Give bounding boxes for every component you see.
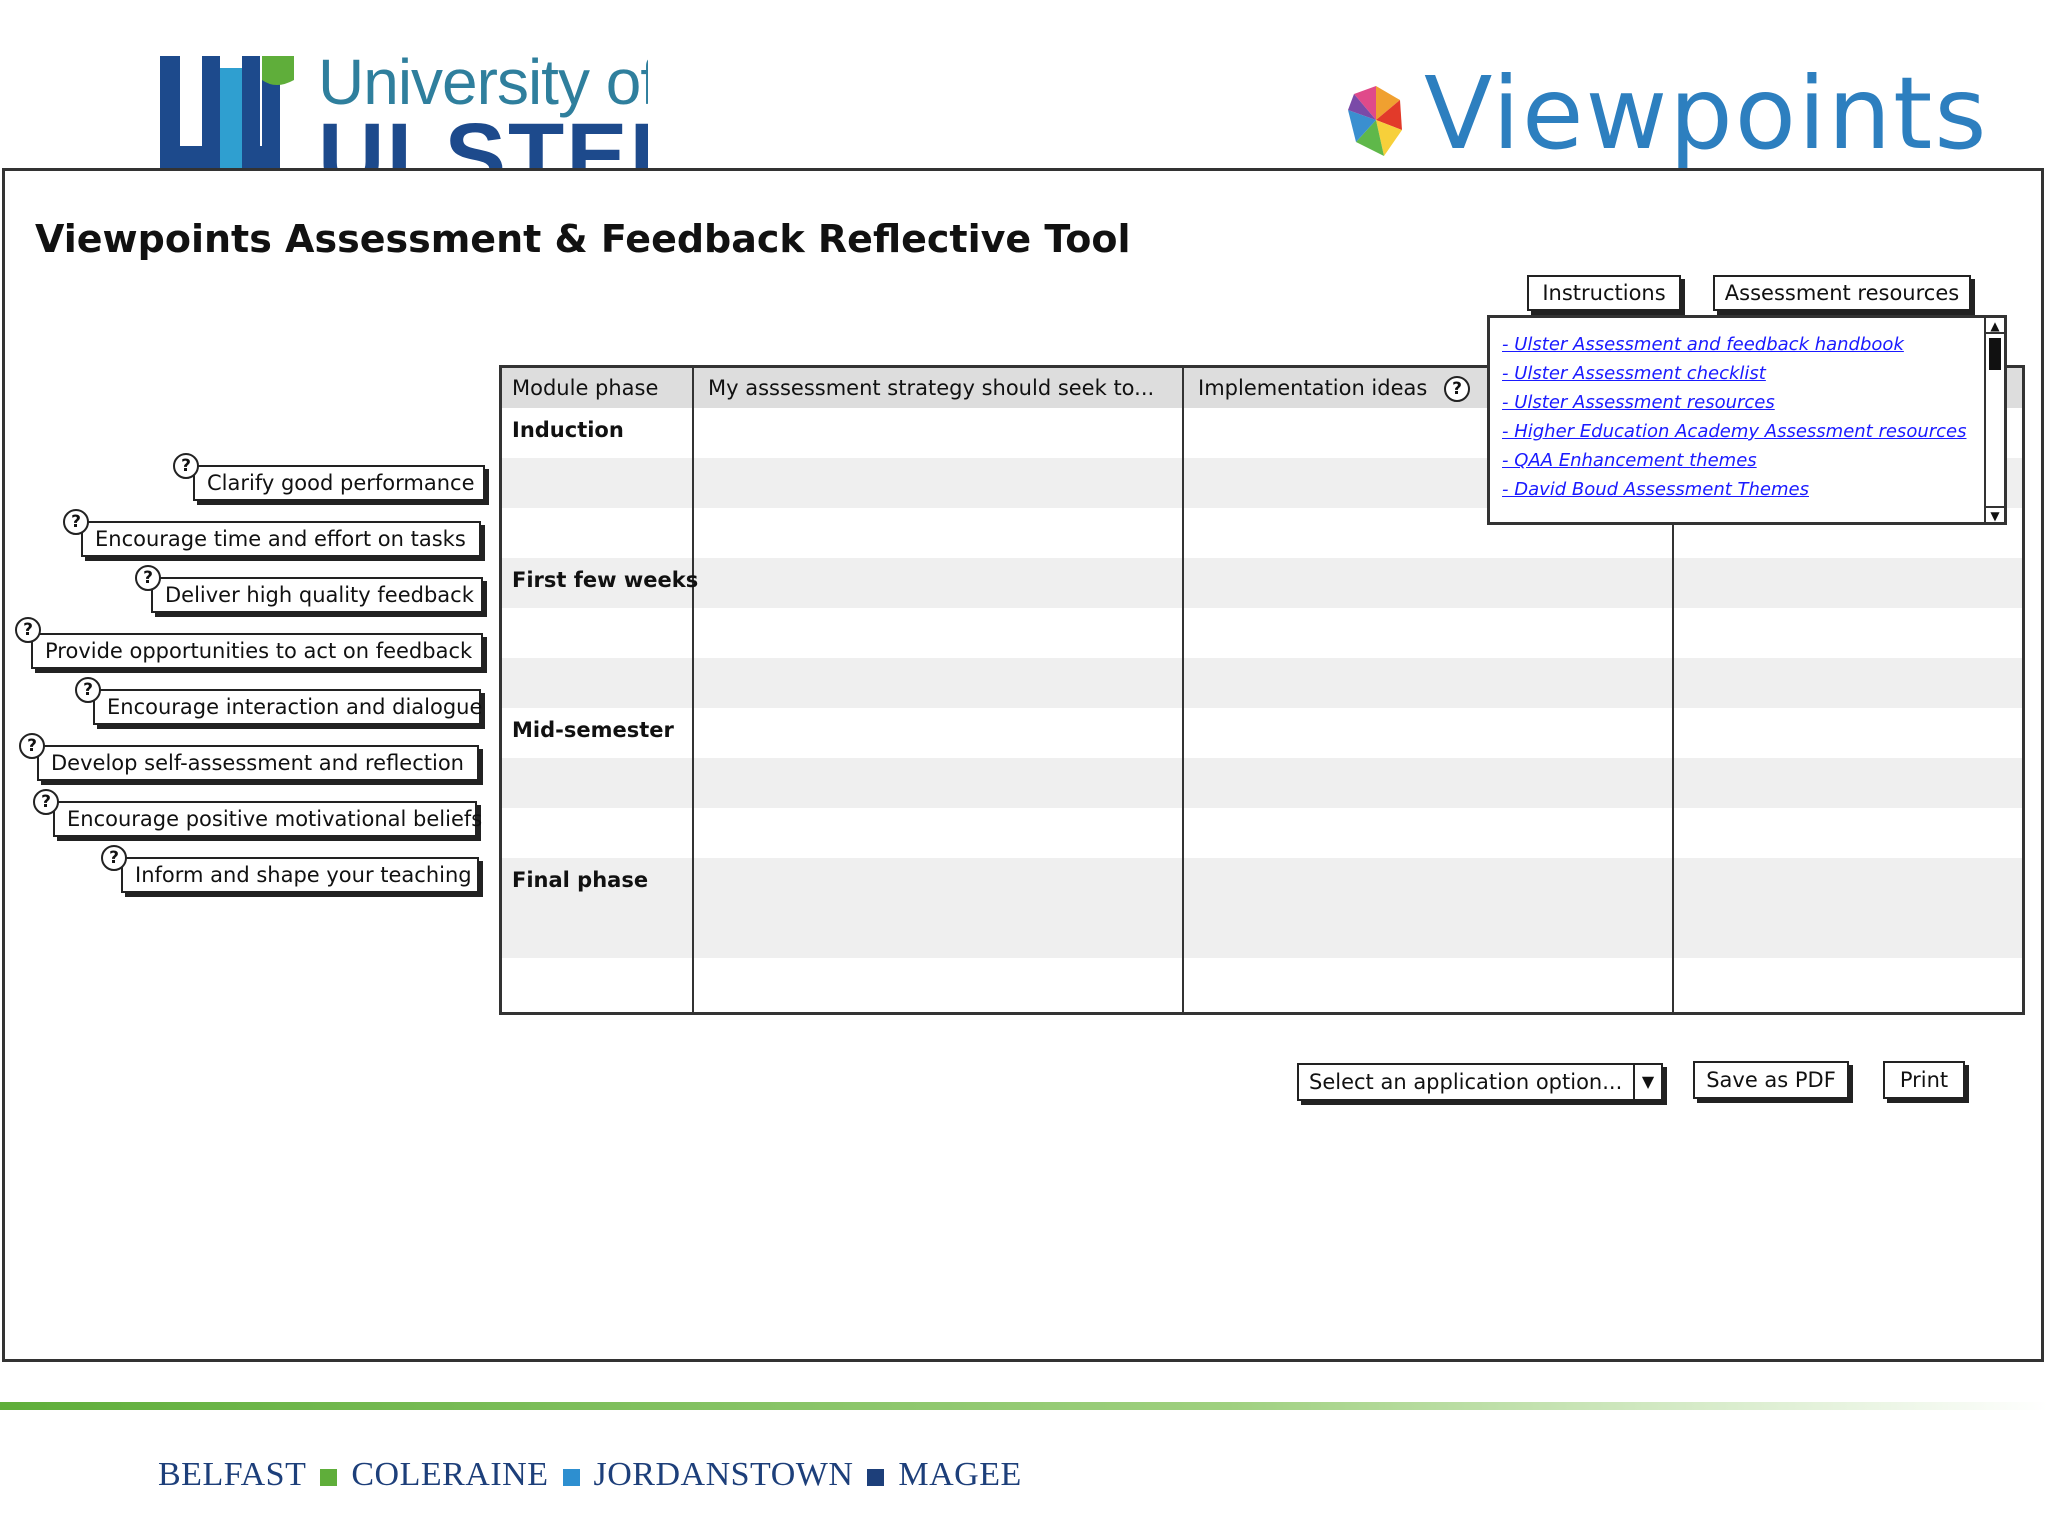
- viewpoints-brand-text: Viewpoints: [1424, 55, 1989, 172]
- objective-button[interactable]: Inform and shape your teaching: [121, 857, 479, 893]
- university-of-ulster-logo: University of ULSTER: [158, 50, 648, 168]
- campus-name: JORDANSTOWN: [593, 1456, 854, 1493]
- scroll-down-arrow-icon[interactable]: ▼: [1986, 506, 2004, 523]
- resource-link[interactable]: - David Boud Assessment Themes: [1502, 479, 1809, 500]
- assessment-resources-panel: - Ulster Assessment and feedback handboo…: [1487, 315, 2007, 525]
- viewpoints-logo: Viewpoints: [1344, 64, 1986, 170]
- separator-square-icon: [867, 1468, 885, 1486]
- help-icon[interactable]: ?: [75, 677, 101, 703]
- objective-button[interactable]: Encourage time and effort on tasks: [81, 521, 481, 557]
- objective-button[interactable]: Encourage interaction and dialogue: [93, 689, 483, 725]
- list-item: - Ulster Assessment checklist: [1502, 359, 1978, 388]
- resource-link[interactable]: - Ulster Assessment resources: [1502, 392, 1775, 413]
- help-icon[interactable]: ?: [101, 845, 127, 871]
- grid-row-stripe: [502, 558, 2022, 608]
- chevron-down-icon[interactable]: ▼: [1633, 1065, 1661, 1099]
- footer-divider: [0, 1402, 2048, 1410]
- phase-label-first-few-weeks: First few weeks: [512, 568, 699, 592]
- campus-list: BELFAST COLERAINE JORDANSTOWN MAGEE: [158, 1456, 1022, 1494]
- campus-name: COLERAINE: [351, 1456, 549, 1493]
- ulster-text: ULSTER: [318, 105, 648, 168]
- list-item: - QAA Enhancement themes: [1502, 446, 1978, 475]
- grid-row-stripe: [502, 658, 2022, 708]
- help-icon[interactable]: ?: [33, 789, 59, 815]
- objective-button[interactable]: Encourage positive motivational beliefs: [53, 801, 482, 837]
- application-option-select[interactable]: Select an application option... ▼: [1297, 1063, 1663, 1101]
- viewpoints-pinwheel-icon: [1348, 86, 1402, 156]
- tab-assessment-resources[interactable]: Assessment resources: [1713, 275, 1971, 311]
- select-placeholder: Select an application option...: [1309, 1070, 1623, 1094]
- objective-label: Provide opportunities to act on feedback: [45, 639, 473, 663]
- save-as-pdf-button[interactable]: Save as PDF: [1693, 1061, 1849, 1099]
- objective-label: Deliver high quality feedback: [165, 583, 474, 607]
- resource-link[interactable]: - QAA Enhancement themes: [1502, 450, 1757, 471]
- list-item: - David Boud Assessment Themes: [1502, 475, 1978, 504]
- header-implementation-label: Implementation ideas: [1198, 376, 1428, 400]
- column-divider: [1182, 368, 1184, 1012]
- resource-link[interactable]: - Higher Education Academy Assessment re…: [1502, 421, 1966, 442]
- help-icon[interactable]: ?: [19, 733, 45, 759]
- objective-button[interactable]: Provide opportunities to act on feedback: [31, 633, 483, 669]
- help-icon[interactable]: ?: [135, 565, 161, 591]
- grid-row-stripe: [502, 858, 2022, 908]
- list-item: - Ulster Assessment resources: [1502, 388, 1978, 417]
- resource-link[interactable]: - Ulster Assessment and feedback handboo…: [1502, 334, 1904, 355]
- column-divider: [692, 368, 694, 1012]
- ulster-crest-icon: [160, 56, 294, 168]
- list-item: - Higher Education Academy Assessment re…: [1502, 417, 1978, 446]
- phase-label-mid-semester: Mid-semester: [512, 718, 674, 742]
- resource-link-list: - Ulster Assessment and feedback handboo…: [1502, 330, 1978, 504]
- objective-button[interactable]: Deliver high quality feedback: [151, 577, 483, 613]
- tool-window: Viewpoints Assessment & Feedback Reflect…: [2, 168, 2044, 1362]
- objective-button[interactable]: Clarify good performance: [193, 465, 485, 501]
- help-icon[interactable]: ?: [1444, 376, 1471, 402]
- help-icon[interactable]: ?: [15, 617, 41, 643]
- grid-row-stripe: [502, 758, 2022, 808]
- separator-square-icon: [562, 1468, 580, 1486]
- list-item: - Ulster Assessment and feedback handboo…: [1502, 330, 1978, 359]
- campus-name: MAGEE: [898, 1456, 1022, 1493]
- resource-link[interactable]: - Ulster Assessment checklist: [1502, 363, 1766, 384]
- header-module-phase: Module phase: [512, 376, 659, 400]
- page-title: Viewpoints Assessment & Feedback Reflect…: [35, 217, 1131, 261]
- scroll-up-arrow-icon[interactable]: ▲: [1986, 318, 2004, 334]
- print-button[interactable]: Print: [1883, 1061, 1965, 1099]
- objective-label: Encourage positive motivational beliefs: [67, 807, 483, 831]
- objective-label: Encourage time and effort on tasks: [95, 527, 466, 551]
- separator-square-icon: [320, 1468, 338, 1486]
- grid-row-stripe: [502, 908, 2022, 958]
- objective-label: Encourage interaction and dialogue: [107, 695, 483, 719]
- objective-button[interactable]: Develop self-assessment and reflection: [37, 745, 479, 781]
- campus-name: BELFAST: [158, 1456, 307, 1493]
- header-strategy: My asssessment strategy should seek to..…: [708, 376, 1155, 400]
- tab-instructions[interactable]: Instructions: [1527, 275, 1681, 311]
- help-icon[interactable]: ?: [63, 509, 89, 535]
- objective-label: Develop self-assessment and reflection: [51, 751, 464, 775]
- scrollbar-thumb[interactable]: [1989, 338, 2001, 370]
- phase-label-induction: Induction: [512, 418, 624, 442]
- objective-label: Inform and shape your teaching: [135, 863, 472, 887]
- help-icon[interactable]: ?: [173, 453, 199, 479]
- phase-label-final-phase: Final phase: [512, 868, 649, 892]
- resource-scrollbar[interactable]: ▲ ▼: [1984, 318, 2004, 523]
- objective-label: Clarify good performance: [207, 471, 475, 495]
